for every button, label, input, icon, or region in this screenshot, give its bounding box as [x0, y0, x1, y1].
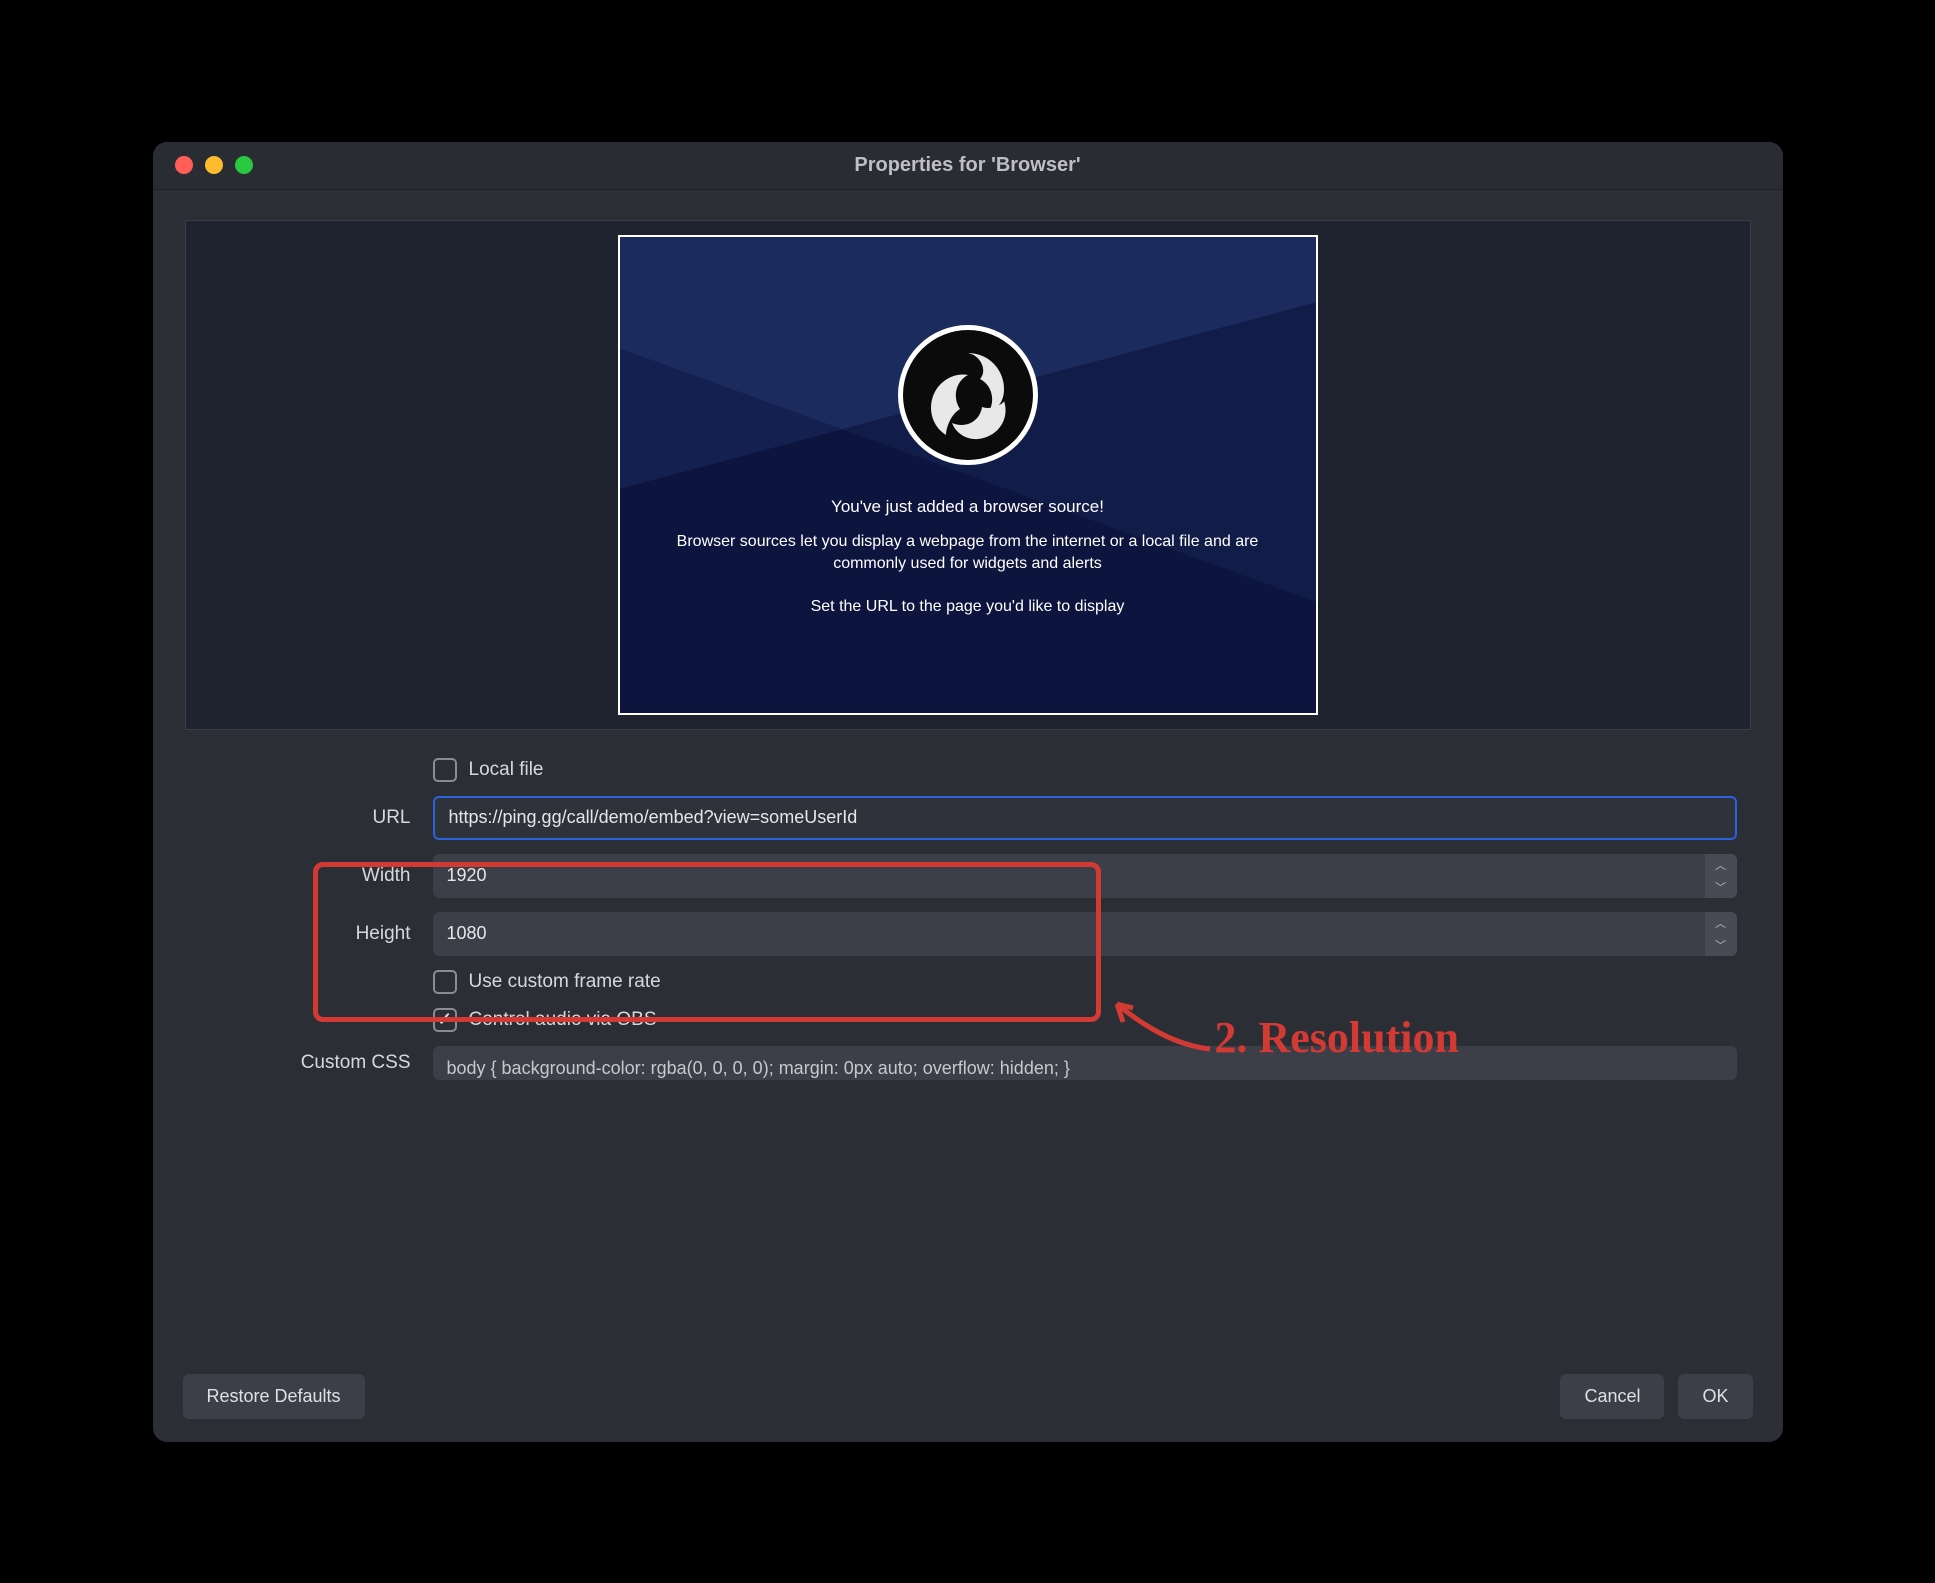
preview-line-2: Browser sources let you display a webpag…	[668, 531, 1268, 576]
browser-preview-panel: You've just added a browser source! Brow…	[618, 235, 1318, 715]
row-height: Height ︿ ﹀	[185, 912, 1737, 956]
dialog-footer: Restore Defaults Cancel OK	[153, 1352, 1783, 1442]
custom-css-input[interactable]: body { background-color: rgba(0, 0, 0, 0…	[433, 1046, 1737, 1080]
custom-fps-checkbox[interactable]	[433, 970, 457, 994]
preview-line-1: You've just added a browser source!	[831, 495, 1104, 519]
row-custom-css: Custom CSS body { background-color: rgba…	[185, 1046, 1737, 1080]
close-icon[interactable]	[175, 156, 193, 174]
control-audio-label: Control audio via OBS	[469, 1009, 657, 1031]
width-step-up-icon[interactable]: ︿	[1705, 854, 1737, 876]
custom-css-label: Custom CSS	[185, 1052, 433, 1074]
preview-line-3: Set the URL to the page you'd like to di…	[811, 596, 1125, 618]
height-input[interactable]	[433, 912, 1705, 956]
source-preview: You've just added a browser source! Brow…	[185, 220, 1751, 730]
local-file-label: Local file	[469, 759, 544, 781]
height-spinner[interactable]: ︿ ﹀	[433, 912, 1737, 956]
cancel-button[interactable]: Cancel	[1560, 1374, 1664, 1419]
url-label: URL	[185, 807, 433, 829]
traffic-lights	[153, 156, 253, 174]
ok-button[interactable]: OK	[1678, 1374, 1752, 1419]
custom-fps-label: Use custom frame rate	[469, 971, 661, 993]
height-label: Height	[185, 923, 433, 945]
restore-defaults-button[interactable]: Restore Defaults	[183, 1374, 365, 1419]
maximize-icon[interactable]	[235, 156, 253, 174]
obs-logo-icon	[898, 325, 1038, 465]
height-step-down-icon[interactable]: ﹀	[1705, 934, 1737, 956]
properties-window: Properties for 'Browser' You've just add…	[153, 142, 1783, 1442]
minimize-icon[interactable]	[205, 156, 223, 174]
width-step-down-icon[interactable]: ﹀	[1705, 876, 1737, 898]
height-step-up-icon[interactable]: ︿	[1705, 912, 1737, 934]
width-label: Width	[185, 865, 433, 887]
url-input[interactable]	[433, 796, 1737, 840]
control-audio-checkbox[interactable]	[433, 1008, 457, 1032]
width-input[interactable]	[433, 854, 1705, 898]
row-width: Width ︿ ﹀	[185, 854, 1737, 898]
width-spinner[interactable]: ︿ ﹀	[433, 854, 1737, 898]
row-control-audio: Control audio via OBS	[185, 1008, 1737, 1032]
row-local-file: Local file	[185, 758, 1737, 782]
titlebar: Properties for 'Browser'	[153, 142, 1783, 190]
row-url: URL	[185, 796, 1737, 840]
content-area: You've just added a browser source! Brow…	[153, 190, 1783, 1352]
form-scroll-area[interactable]: Local file URL Width ︿ ﹀	[185, 744, 1751, 1352]
row-custom-fps: Use custom frame rate	[185, 970, 1737, 994]
local-file-checkbox[interactable]	[433, 758, 457, 782]
window-title: Properties for 'Browser'	[153, 154, 1783, 177]
